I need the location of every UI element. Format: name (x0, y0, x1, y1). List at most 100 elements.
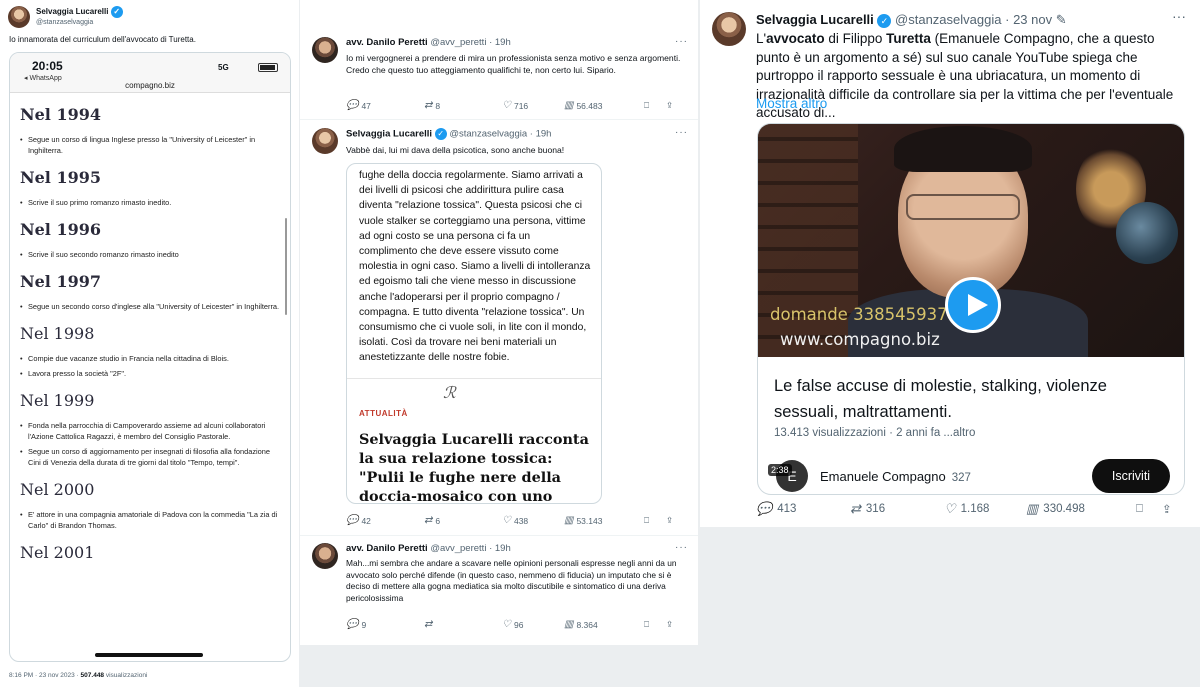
avatar[interactable] (312, 128, 338, 154)
tweet-time[interactable]: 19h (536, 129, 552, 140)
repost-button[interactable]: ⇄ (424, 619, 502, 630)
show-more-link[interactable]: Mostra altro (756, 96, 827, 111)
reply-icon: 💬 (756, 501, 773, 516)
tweet-time[interactable]: 23 nov (1013, 12, 1052, 27)
reply-button[interactable]: 💬 47 (346, 100, 424, 111)
repost-icon: ⇄ (424, 619, 433, 630)
video-thumbnail[interactable]: domande 3385459374 www.compagno.biz (758, 124, 1184, 357)
repost-button[interactable]: ⇄ 8 (424, 100, 502, 111)
article-logo-strip: ℛ (347, 378, 601, 408)
views-icon: ▥ (564, 515, 574, 526)
views-icon: ▥ (564, 619, 574, 630)
video-overlay-phone: domande 3385459374 (770, 305, 959, 324)
more-options-icon[interactable]: ··· (675, 542, 688, 553)
like-button[interactable]: ♡ 1.168 (944, 501, 1026, 517)
cv-item: Segue un secondo corso d'inglese alla "U… (20, 301, 280, 312)
author-handle[interactable]: @stanzaselvaggia (449, 129, 527, 140)
video-duration: 2:38 (768, 464, 792, 476)
author-handle[interactable]: @avv_peretti (430, 543, 486, 554)
subscriber-count: 327 (951, 472, 971, 484)
repost-icon: ⇄ (424, 100, 433, 111)
author-name[interactable]: avv. Danilo Peretti (346, 37, 428, 48)
bookmark-icon[interactable]: ⎕ (644, 100, 666, 111)
avatar[interactable] (712, 12, 746, 46)
video-title[interactable]: Le false accuse di molestie, stalking, v… (774, 373, 1174, 425)
repost-button[interactable]: ⇄ 6 (424, 515, 502, 526)
share-icon[interactable]: ⇪ (666, 515, 673, 526)
youtube-card[interactable]: domande 3385459374 www.compagno.biz Le f… (757, 123, 1185, 495)
repost-button[interactable]: ⇄ 316 (850, 501, 944, 517)
share-icon[interactable]: ⇪ (666, 619, 673, 630)
edited-icon[interactable]: ✎ (1056, 12, 1067, 27)
tweet-text: Vabbè dai, lui mi dava della psicotica, … (346, 145, 565, 155)
tweet-timestamp[interactable]: 8:16 PM · 23 nov 2023 · (9, 672, 81, 679)
cv-item: Segue un corso di lingua Inglese presso … (20, 134, 280, 156)
reply-button[interactable]: 💬 413 (756, 501, 850, 517)
more-options-icon[interactable]: ··· (675, 127, 688, 138)
phone-home-indicator (95, 653, 203, 657)
signal-indicator: 5G (218, 63, 229, 72)
cv-year-heading: Nel 1999 (20, 391, 95, 410)
cv-year-heading: Nel 1998 (20, 324, 95, 343)
tweet-time[interactable]: 19h (495, 37, 511, 48)
left-tweet-header: Selvaggia Lucarelli ✓ @stanzaselvaggia (8, 6, 123, 28)
cv-year-heading: Nel 2000 (20, 480, 95, 499)
repost-icon: ⇄ (424, 515, 433, 526)
like-button[interactable]: ♡ 96 (502, 619, 564, 630)
views-icon: ▥ (564, 100, 574, 111)
screenshot-image[interactable]: 20:05 ◂ WhatsApp 5G compagno.biz Nel 199… (9, 52, 291, 662)
divider (300, 119, 698, 120)
battery-icon (258, 63, 278, 72)
tweet-text: Io mi vergognerei a prendere di mira un … (346, 53, 681, 75)
verified-icon: ✓ (877, 13, 892, 28)
play-icon[interactable] (945, 277, 1001, 333)
views-button[interactable]: ▥ 8.364 (564, 619, 644, 630)
reply-icon: 💬 (346, 515, 359, 526)
action-bar: 💬 9 ⇄ ♡ 96 ▥ 8.364 ⎕ ⇪ (346, 619, 686, 630)
views-button[interactable]: ▥ 53.143 (564, 515, 644, 526)
cv-item: Lavora presso la società "2F". (20, 368, 280, 379)
views-button[interactable]: ▥ 330.498 (1026, 501, 1136, 517)
author-handle[interactable]: @stanzaselvaggia (895, 12, 1001, 27)
avatar[interactable] (8, 6, 30, 28)
author-handle[interactable]: @avv_peretti (430, 37, 486, 48)
author-name[interactable]: avv. Danilo Peretti (346, 543, 428, 554)
tweet-time[interactable]: 19h (495, 543, 511, 554)
more-options-icon[interactable]: ··· (1172, 8, 1186, 24)
replies-thread: avv. Danilo Peretti @avv_peretti · 19h I… (300, 0, 698, 645)
reply-button[interactable]: 💬 9 (346, 619, 424, 630)
author-name[interactable]: Selvaggia Lucarelli (346, 129, 432, 140)
verified-icon: ✓ (434, 128, 447, 140)
more-options-icon[interactable]: ··· (675, 36, 688, 47)
author-name[interactable]: Selvaggia Lucarelli (756, 12, 874, 27)
share-icon[interactable]: ⇪ (666, 100, 673, 111)
action-bar: 💬 47 ⇄ 8 ♡ 716 ▥ 56.483 ⎕ ⇪ (346, 100, 686, 111)
channel-info[interactable]: Emanuele Compagno 327 (820, 469, 971, 484)
reply-button[interactable]: 💬 42 (346, 515, 424, 526)
like-button[interactable]: ♡ 716 (502, 100, 564, 111)
bookmark-icon[interactable]: ⎕ (644, 515, 666, 526)
views-button[interactable]: ▥ 56.483 (564, 100, 644, 111)
views-label: visualizzazioni (104, 672, 148, 679)
author-name[interactable]: Selvaggia Lucarelli (36, 7, 108, 16)
subscribe-button[interactable]: Iscriviti (1092, 459, 1170, 493)
like-icon: ♡ (502, 100, 511, 111)
like-button[interactable]: ♡ 438 (502, 515, 564, 526)
cv-item: Fonda nella parrocchia di Campoverardo a… (20, 420, 280, 442)
tweet-header: Selvaggia Lucarelli ✓ @stanzaselvaggia ·… (756, 12, 1067, 28)
channel-name[interactable]: Emanuele Compagno (820, 469, 946, 484)
like-icon: ♡ (944, 501, 956, 516)
video-meta[interactable]: 13.413 visualizzazioni · 2 anni fa ...al… (774, 427, 975, 439)
attached-image[interactable]: fughe della doccia regolarmente. Siamo a… (346, 163, 602, 504)
cv-item: E' attore in una compagnia amatoriale di… (20, 509, 280, 531)
avatar[interactable] (312, 37, 338, 63)
author-handle[interactable]: @stanzaselvaggia (36, 19, 123, 26)
avatar[interactable] (312, 543, 338, 569)
views-icon: ▥ (1026, 501, 1039, 516)
quoted-text: fughe della doccia regolarmente. Siamo a… (359, 170, 591, 364)
phone-time: 20:05 (32, 59, 63, 73)
share-icon[interactable]: ⇪ (1162, 501, 1172, 517)
bookmark-icon[interactable]: ⎕ (1136, 501, 1162, 517)
left-tweet: Selvaggia Lucarelli ✓ @stanzaselvaggia I… (0, 0, 299, 687)
bookmark-icon[interactable]: ⎕ (644, 619, 666, 630)
